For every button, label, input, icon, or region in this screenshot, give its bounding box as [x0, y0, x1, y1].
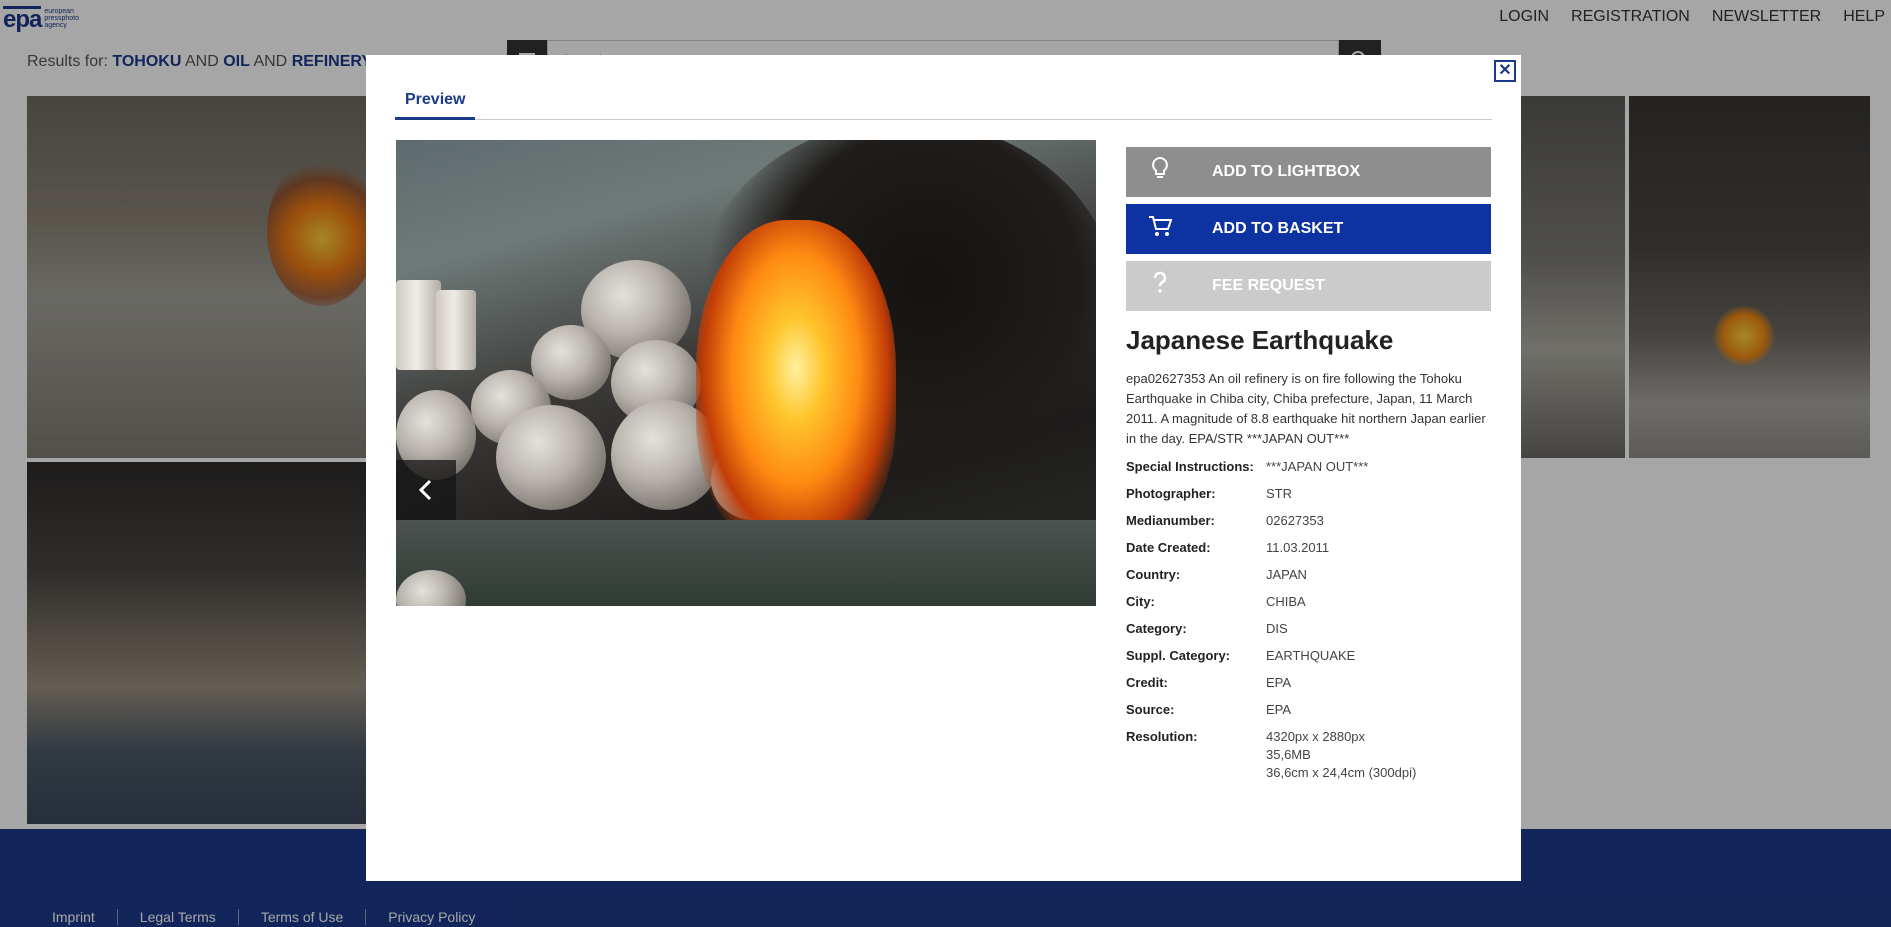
resolution-pixels: 4320px x 2880px: [1266, 729, 1366, 744]
metadata-value: CHIBA: [1266, 594, 1306, 609]
metadata-key: Suppl. Category:: [1126, 648, 1231, 663]
image-ground: [396, 520, 1096, 606]
metadata-row: Date Created: 11.03.2011: [1126, 539, 1491, 557]
metadata-key: Category:: [1126, 621, 1187, 636]
metadata-value: DIS: [1266, 621, 1288, 636]
metadata-row: City: CHIBA: [1126, 593, 1491, 611]
metadata-value: EPA: [1266, 702, 1292, 717]
metadata-key: Source:: [1126, 702, 1175, 717]
tab-preview[interactable]: Preview: [395, 84, 476, 120]
fee-request-label: FEE REQUEST: [1212, 277, 1325, 294]
add-to-basket-button[interactable]: ADD TO BASKET: [1126, 204, 1491, 254]
metadata-key: Credit:: [1126, 675, 1168, 690]
metadata-key: Date Created:: [1126, 540, 1211, 555]
metadata-value: 11.03.2011: [1266, 540, 1330, 555]
previous-image-button[interactable]: [396, 460, 456, 520]
metadata-row: Special Instructions: ***JAPAN OUT***: [1126, 458, 1491, 476]
metadata-value: EARTHQUAKE: [1266, 648, 1356, 663]
metadata-key: Resolution:: [1126, 729, 1198, 744]
image-spherical-tank: [496, 405, 606, 510]
metadata-row: Suppl. Category: EARTHQUAKE: [1126, 647, 1491, 665]
metadata-key: Photographer:: [1126, 486, 1216, 501]
image-caption: epa02627353 An oil refinery is on fire f…: [1126, 371, 1486, 446]
question-icon: [1132, 271, 1188, 301]
lightbulb-icon: [1132, 156, 1188, 188]
chevron-left-icon: [418, 479, 432, 501]
image-metadata: Special Instructions: ***JAPAN OUT*** Ph…: [1126, 458, 1491, 791]
metadata-key: City:: [1126, 594, 1155, 609]
metadata-key: Medianumber:: [1126, 513, 1215, 528]
metadata-value: ***JAPAN OUT***: [1266, 459, 1369, 474]
metadata-key: Special Instructions:: [1126, 459, 1254, 474]
image-title: Japanese Earthquake: [1126, 325, 1394, 355]
metadata-row: Credit: EPA: [1126, 674, 1491, 692]
metadata-row: Country: JAPAN: [1126, 566, 1491, 584]
add-to-lightbox-button[interactable]: ADD TO LIGHTBOX: [1126, 147, 1491, 197]
image-storage-cylinder: [436, 290, 476, 370]
metadata-row: Medianumber: 02627353: [1126, 512, 1491, 530]
image-actions: ADD TO LIGHTBOX ADD TO BASKET FEE REQUES…: [1126, 147, 1491, 318]
metadata-value: EPA: [1266, 675, 1292, 690]
modal-tabs: Preview: [395, 84, 1492, 120]
cart-icon: [1132, 214, 1188, 244]
metadata-row: Category: DIS: [1126, 620, 1491, 638]
metadata-key: Country:: [1126, 567, 1181, 582]
preview-image: [396, 140, 1096, 606]
metadata-value: STR: [1266, 486, 1292, 501]
metadata-row: Photographer: STR: [1126, 485, 1491, 503]
metadata-row: Source: EPA: [1126, 701, 1491, 719]
resolution-filesize: 35,6MB: [1266, 747, 1311, 762]
close-icon[interactable]: ✕: [1494, 60, 1516, 82]
image-fire: [696, 220, 896, 550]
metadata-value: 02627353: [1266, 513, 1324, 528]
metadata-row-resolution: Resolution: 4320px x 2880px 35,6MB 36,6c…: [1126, 728, 1491, 782]
resolution-print-size: 36,6cm x 24,4cm (300dpi): [1266, 765, 1417, 780]
basket-label: ADD TO BASKET: [1212, 220, 1344, 237]
image-storage-cylinder: [396, 280, 441, 370]
metadata-value: 4320px x 2880px 35,6MB 36,6cm x 24,4cm (…: [1266, 728, 1416, 782]
preview-modal: ✕ Preview ADD TO LIGHTBOX ADD TO BASKET …: [366, 55, 1521, 881]
fee-request-button[interactable]: FEE REQUEST: [1126, 261, 1491, 311]
lightbox-label: ADD TO LIGHTBOX: [1212, 163, 1361, 180]
metadata-value: JAPAN: [1266, 567, 1307, 582]
